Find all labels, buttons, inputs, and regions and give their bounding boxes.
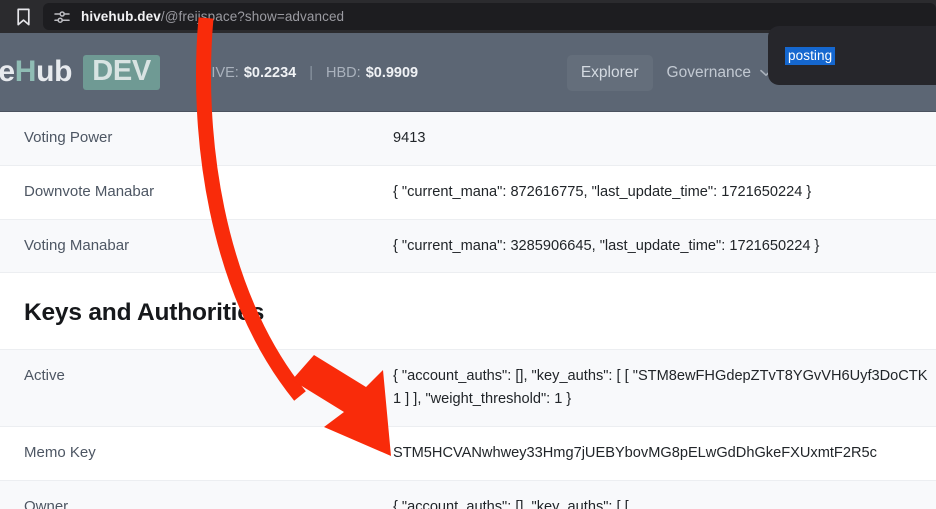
table-row: Memo Key STM5HCVANwhwey33Hmg7jUEBYbovMG8…	[0, 426, 936, 481]
address-bar-host: hivehub.dev	[81, 9, 161, 24]
row-label: Voting Manabar	[24, 236, 130, 254]
row-value-line: 1 ] ], "weight_threshold": 1 }	[393, 391, 572, 408]
row-value: 9413	[393, 112, 936, 165]
hbd-price-value: $0.9909	[365, 64, 419, 81]
row-label: Active	[24, 367, 65, 385]
table-row: Voting Manabar { "current_mana": 3285906…	[0, 219, 936, 274]
find-in-page-bar[interactable]: posting	[768, 26, 936, 85]
row-value-line: { "account_auths": [], "key_auths": [ [	[393, 498, 629, 509]
section-title-keys-and-authorities: Keys and Authorities	[0, 273, 936, 351]
sliders-icon[interactable]	[53, 8, 70, 25]
price-separator: |	[309, 64, 314, 81]
row-label: Downvote Manabar	[24, 182, 155, 200]
logo-text-a: ve	[0, 55, 15, 89]
table-row: Active { "account_auths": [], "key_auths…	[0, 350, 936, 427]
nav-item-governance-label: Governance	[666, 63, 751, 81]
row-label: Voting Power	[24, 129, 113, 146]
row-value: STM5HCVANwhwey33Hmg7jUEBYbovMG8pELwGdDhG…	[393, 427, 936, 480]
screen-root: hivehub.dev/@freijspace?show=advanced ve…	[0, 0, 936, 509]
bookmark-icon[interactable]	[8, 4, 38, 30]
logo-text-c: ub	[36, 55, 73, 89]
row-label: Memo Key	[24, 443, 96, 461]
find-query-text[interactable]: posting	[785, 46, 836, 65]
hive-price-label: HIVE:	[200, 64, 239, 81]
hive-price-value: $0.2234	[243, 64, 297, 81]
address-bar-path: /@freijspace?show=advanced	[160, 9, 345, 24]
address-bar-text: hivehub.dev/@freijspace?show=advanced	[81, 9, 344, 24]
row-value-line: { "current_mana": 872616775, "last_updat…	[393, 183, 812, 200]
row-value: { "account_auths": [], "key_auths": [ [ …	[393, 481, 936, 509]
account-details-table: Voting Power 9413 Downvote Manabar { "cu…	[0, 112, 936, 509]
site-logo[interactable]: veHub DEV	[0, 54, 160, 91]
row-value-line: STM5HCVANwhwey33Hmg7jUEBYbovMG8pELwGdDhG…	[393, 444, 877, 461]
logo-text-b: H	[14, 55, 37, 89]
table-row: Voting Power 9413	[0, 112, 936, 166]
row-value: { "current_mana": 3285906645, "last_upda…	[393, 220, 936, 273]
hbd-price-label: HBD:	[326, 64, 361, 81]
table-row: Downvote Manabar { "current_mana": 87261…	[0, 165, 936, 220]
row-value: { "account_auths": [], "key_auths": [ [ …	[393, 350, 936, 426]
nav-item-explorer[interactable]: Explorer	[566, 54, 653, 91]
nav-item-explorer-label: Explorer	[580, 63, 639, 81]
nav-item-governance[interactable]: Governance	[653, 55, 786, 91]
logo-dev-badge: DEV	[83, 54, 160, 91]
row-value: { "current_mana": 872616775, "last_updat…	[393, 166, 936, 219]
price-ticker: HIVE: $0.2234 | HBD: $0.9909	[201, 65, 418, 81]
row-value-line: { "current_mana": 3285906645, "last_upda…	[393, 237, 820, 254]
row-value-line: 9413	[393, 130, 426, 146]
row-label: Owner	[24, 497, 69, 509]
row-value-line: { "account_auths": [], "key_auths": [ [ …	[393, 368, 928, 385]
table-row: Owner { "account_auths": [], "key_auths"…	[0, 480, 936, 509]
